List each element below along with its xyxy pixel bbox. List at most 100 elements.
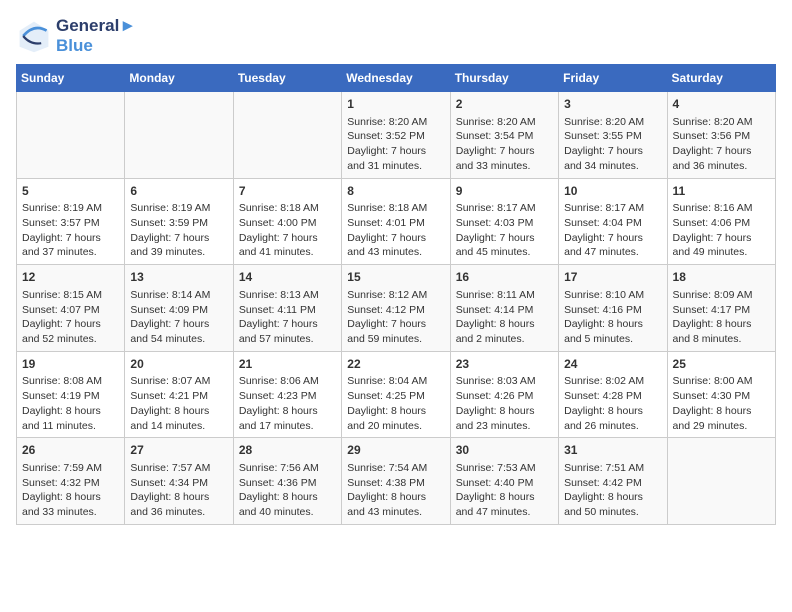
day-number: 29 [347,442,444,459]
calendar-cell: 4 Sunrise: 8:20 AM Sunset: 3:56 PM Daylig… [667,92,775,179]
day-info: Sunrise: 8:11 AM Sunset: 4:14 PM Dayligh… [456,288,553,347]
day-info: Sunrise: 8:17 AM Sunset: 4:04 PM Dayligh… [564,201,661,260]
day-number: 5 [22,183,119,200]
day-number: 24 [564,356,661,373]
day-info: Sunrise: 8:20 AM Sunset: 3:54 PM Dayligh… [456,115,553,174]
day-number: 13 [130,269,227,286]
day-info: Sunrise: 8:20 AM Sunset: 3:56 PM Dayligh… [673,115,770,174]
day-number: 10 [564,183,661,200]
calendar-table: SundayMondayTuesdayWednesdayThursdayFrid… [16,64,776,525]
calendar-cell: 16 Sunrise: 8:11 AM Sunset: 4:14 PM Dayli… [450,265,558,352]
day-number: 12 [22,269,119,286]
day-number: 1 [347,96,444,113]
calendar-cell: 17 Sunrise: 8:10 AM Sunset: 4:16 PM Dayli… [559,265,667,352]
day-number: 26 [22,442,119,459]
calendar-cell: 12 Sunrise: 8:15 AM Sunset: 4:07 PM Dayli… [17,265,125,352]
calendar-week-row: 12 Sunrise: 8:15 AM Sunset: 4:07 PM Dayli… [17,265,776,352]
day-number: 11 [673,183,770,200]
day-info: Sunrise: 7:53 AM Sunset: 4:40 PM Dayligh… [456,461,553,520]
calendar-cell: 28 Sunrise: 7:56 AM Sunset: 4:36 PM Dayli… [233,438,341,525]
calendar-cell: 26Sunrise: 7:59 AM Sunset: 4:32 PM Dayli… [17,438,125,525]
calendar-cell [667,438,775,525]
day-number: 2 [456,96,553,113]
calendar-cell: 27 Sunrise: 7:57 AM Sunset: 4:34 PM Dayli… [125,438,233,525]
calendar-cell: 18 Sunrise: 8:09 AM Sunset: 4:17 PM Dayli… [667,265,775,352]
calendar-cell: 10Sunrise: 8:17 AM Sunset: 4:04 PM Dayli… [559,178,667,265]
day-number: 7 [239,183,336,200]
calendar-cell: 22Sunrise: 8:04 AM Sunset: 4:25 PM Dayli… [342,351,450,438]
day-number: 17 [564,269,661,286]
day-number: 28 [239,442,336,459]
day-number: 9 [456,183,553,200]
day-number: 19 [22,356,119,373]
day-info: Sunrise: 8:19 AM Sunset: 3:57 PM Dayligh… [22,201,119,260]
day-info: Sunrise: 8:12 AM Sunset: 4:12 PM Dayligh… [347,288,444,347]
weekday-header-sunday: Sunday [17,65,125,92]
calendar-cell: 30 Sunrise: 7:53 AM Sunset: 4:40 PM Dayli… [450,438,558,525]
page-header: General► Blue [16,16,776,56]
day-info: Sunrise: 8:18 AM Sunset: 4:01 PM Dayligh… [347,201,444,260]
calendar-cell: 31Sunrise: 7:51 AM Sunset: 4:42 PM Dayli… [559,438,667,525]
weekday-header-monday: Monday [125,65,233,92]
day-number: 18 [673,269,770,286]
calendar-cell: 19Sunrise: 8:08 AM Sunset: 4:19 PM Dayli… [17,351,125,438]
logo-icon [16,18,52,54]
day-number: 23 [456,356,553,373]
day-info: Sunrise: 7:57 AM Sunset: 4:34 PM Dayligh… [130,461,227,520]
day-number: 8 [347,183,444,200]
weekday-header-wednesday: Wednesday [342,65,450,92]
calendar-cell: 11Sunrise: 8:16 AM Sunset: 4:06 PM Dayli… [667,178,775,265]
day-info: Sunrise: 8:13 AM Sunset: 4:11 PM Dayligh… [239,288,336,347]
day-number: 27 [130,442,227,459]
calendar-cell: 25Sunrise: 8:00 AM Sunset: 4:30 PM Dayli… [667,351,775,438]
day-info: Sunrise: 8:15 AM Sunset: 4:07 PM Dayligh… [22,288,119,347]
weekday-header-friday: Friday [559,65,667,92]
calendar-week-row: 19Sunrise: 8:08 AM Sunset: 4:19 PM Dayli… [17,351,776,438]
calendar-cell: 5Sunrise: 8:19 AM Sunset: 3:57 PM Daylig… [17,178,125,265]
day-number: 14 [239,269,336,286]
day-info: Sunrise: 8:19 AM Sunset: 3:59 PM Dayligh… [130,201,227,260]
day-info: Sunrise: 8:00 AM Sunset: 4:30 PM Dayligh… [673,374,770,433]
calendar-cell: 15 Sunrise: 8:12 AM Sunset: 4:12 PM Dayli… [342,265,450,352]
calendar-cell: 23Sunrise: 8:03 AM Sunset: 4:26 PM Dayli… [450,351,558,438]
calendar-cell: 2 Sunrise: 8:20 AM Sunset: 3:54 PM Daylig… [450,92,558,179]
day-info: Sunrise: 7:56 AM Sunset: 4:36 PM Dayligh… [239,461,336,520]
day-info: Sunrise: 8:09 AM Sunset: 4:17 PM Dayligh… [673,288,770,347]
day-info: Sunrise: 8:20 AM Sunset: 3:52 PM Dayligh… [347,115,444,174]
day-number: 30 [456,442,553,459]
day-number: 22 [347,356,444,373]
day-number: 16 [456,269,553,286]
day-number: 6 [130,183,227,200]
day-info: Sunrise: 8:10 AM Sunset: 4:16 PM Dayligh… [564,288,661,347]
calendar-cell: 13 Sunrise: 8:14 AM Sunset: 4:09 PM Dayli… [125,265,233,352]
calendar-cell: 7Sunrise: 8:18 AM Sunset: 4:00 PM Daylig… [233,178,341,265]
day-number: 31 [564,442,661,459]
calendar-cell: 3 Sunrise: 8:20 AM Sunset: 3:55 PM Daylig… [559,92,667,179]
day-info: Sunrise: 8:20 AM Sunset: 3:55 PM Dayligh… [564,115,661,174]
day-info: Sunrise: 8:18 AM Sunset: 4:00 PM Dayligh… [239,201,336,260]
calendar-cell [125,92,233,179]
day-info: Sunrise: 8:14 AM Sunset: 4:09 PM Dayligh… [130,288,227,347]
day-info: Sunrise: 8:06 AM Sunset: 4:23 PM Dayligh… [239,374,336,433]
calendar-cell [17,92,125,179]
day-info: Sunrise: 8:03 AM Sunset: 4:26 PM Dayligh… [456,374,553,433]
weekday-header-thursday: Thursday [450,65,558,92]
weekday-header-tuesday: Tuesday [233,65,341,92]
day-number: 21 [239,356,336,373]
calendar-cell: 29Sunrise: 7:54 AM Sunset: 4:38 PM Dayli… [342,438,450,525]
day-number: 15 [347,269,444,286]
day-number: 3 [564,96,661,113]
day-info: Sunrise: 8:16 AM Sunset: 4:06 PM Dayligh… [673,201,770,260]
calendar-week-row: 1 Sunrise: 8:20 AM Sunset: 3:52 PM Daylig… [17,92,776,179]
calendar-header-row: SundayMondayTuesdayWednesdayThursdayFrid… [17,65,776,92]
day-number: 4 [673,96,770,113]
calendar-cell [233,92,341,179]
calendar-cell: 6Sunrise: 8:19 AM Sunset: 3:59 PM Daylig… [125,178,233,265]
day-info: Sunrise: 8:07 AM Sunset: 4:21 PM Dayligh… [130,374,227,433]
day-number: 25 [673,356,770,373]
logo: General► Blue [16,16,136,56]
calendar-week-row: 5Sunrise: 8:19 AM Sunset: 3:57 PM Daylig… [17,178,776,265]
calendar-cell: 8Sunrise: 8:18 AM Sunset: 4:01 PM Daylig… [342,178,450,265]
day-info: Sunrise: 8:04 AM Sunset: 4:25 PM Dayligh… [347,374,444,433]
day-info: Sunrise: 8:02 AM Sunset: 4:28 PM Dayligh… [564,374,661,433]
